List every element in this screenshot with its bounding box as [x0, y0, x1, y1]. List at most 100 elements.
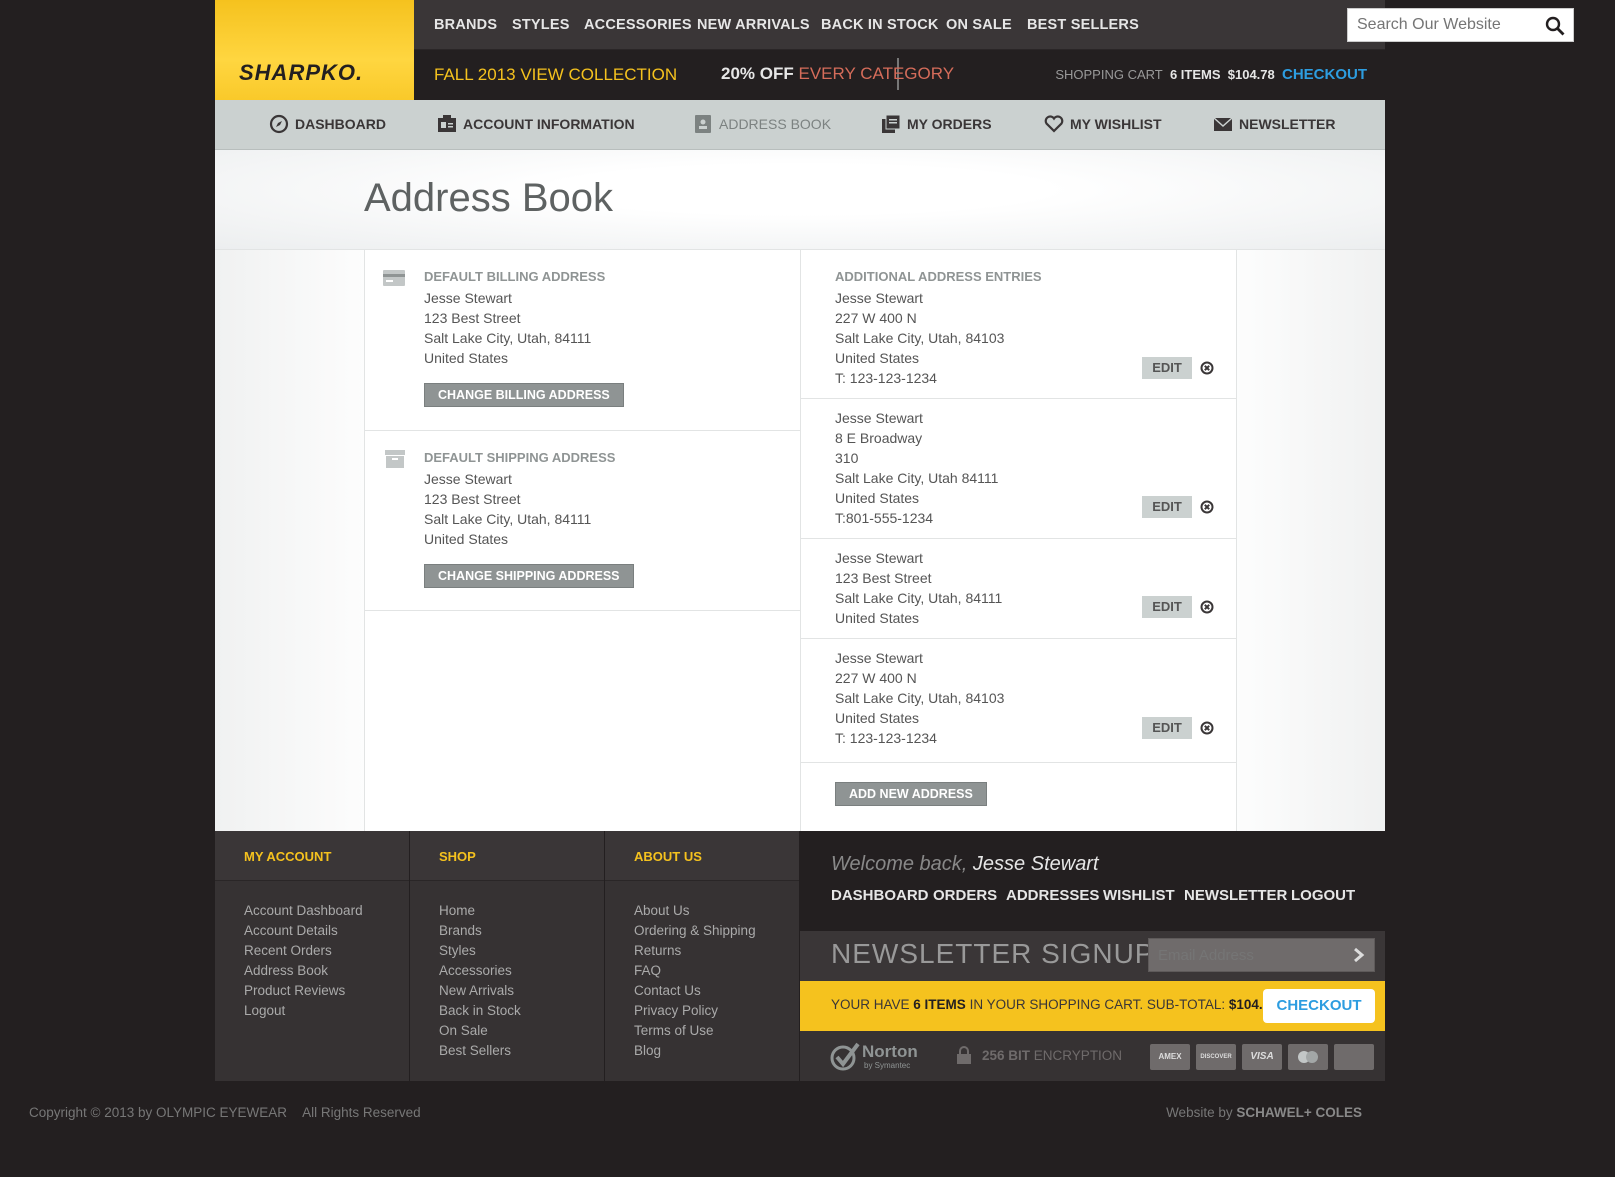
nav-accessories[interactable]: ACCESSORIES	[584, 17, 692, 33]
address-line: T:801-555-1234	[835, 510, 934, 526]
address-line: Jesse Stewart	[835, 290, 923, 306]
edit-button[interactable]: EDIT	[1142, 596, 1192, 618]
tab-my-orders[interactable]: MY ORDERS	[881, 114, 992, 134]
footer-link[interactable]: Returns	[634, 941, 799, 961]
logo-text: SHARPKO.	[239, 60, 364, 85]
website-by: Website by SCHAWEL+ COLES	[1166, 1105, 1362, 1120]
agency-link[interactable]: SCHAWEL+ COLES	[1236, 1105, 1362, 1120]
remove-icon[interactable]	[1200, 500, 1214, 514]
quick-link-orders[interactable]: ORDERS	[933, 887, 997, 904]
address-line: 8 E Broadway	[835, 430, 923, 446]
search-input[interactable]	[1348, 9, 1528, 41]
address-line: Jesse Stewart	[835, 550, 923, 566]
quick-link-dashboard[interactable]: DASHBOARD	[831, 887, 929, 904]
footer-link[interactable]: Contact Us	[634, 981, 799, 1001]
footer-link[interactable]: Home	[439, 901, 604, 921]
mastercard-icon: MC	[1288, 1044, 1328, 1070]
remove-icon[interactable]	[1200, 721, 1214, 735]
main-content: DEFAULT BILLING ADDRESS Jesse Stewart 12…	[215, 250, 1385, 831]
top-nav: BRANDS STYLES ACCESSORIES NEW ARRIVALS B…	[414, 0, 1574, 50]
address-entry-content: Jesse Stewart 123 Best Street Salt Lake …	[835, 548, 1002, 628]
quick-link-logout[interactable]: LOGOUT	[1291, 887, 1355, 904]
nav-back-in-stock[interactable]: BACK IN STOCK	[821, 17, 939, 33]
email-field[interactable]	[1149, 939, 1339, 971]
cart-total: $104.78	[1227, 67, 1275, 82]
promo-fall[interactable]: FALL 2013 VIEW COLLECTION	[434, 65, 677, 85]
address-line: Salt Lake City, Utah 84111	[835, 470, 999, 486]
amex-icon: AMEX	[1150, 1044, 1190, 1070]
footer-link[interactable]: Blog	[634, 1041, 799, 1061]
shipping-block: DEFAULT SHIPPING ADDRESS Jesse Stewart 1…	[365, 431, 801, 611]
edit-button[interactable]: EDIT	[1142, 496, 1192, 518]
footer-link[interactable]: About Us	[634, 901, 799, 921]
footer-link[interactable]: FAQ	[634, 961, 799, 981]
footer-link[interactable]: On Sale	[439, 1021, 604, 1041]
address-line: T: 123-123-1234	[835, 730, 937, 746]
footer-link[interactable]: Account Dashboard	[244, 901, 409, 921]
checkmark-badge-icon	[830, 1042, 860, 1071]
nav-styles[interactable]: STYLES	[512, 17, 570, 33]
welcome-text: Welcome back,	[831, 853, 968, 875]
footer-link[interactable]: Account Details	[244, 921, 409, 941]
tab-dashboard[interactable]: DASHBOARD	[269, 114, 386, 134]
footer-shop-title: SHOP	[410, 831, 604, 881]
logo[interactable]: SHARPKO.	[215, 0, 414, 100]
additional-label: ADDITIONAL ADDRESS ENTRIES	[835, 269, 1042, 284]
shipping-line: Jesse Stewart	[424, 471, 512, 487]
compass-icon	[269, 114, 289, 134]
tab-address-book[interactable]: ADDRESS BOOK	[693, 114, 831, 134]
footer-link[interactable]: Back in Stock	[439, 1001, 604, 1021]
footer-link[interactable]: Brands	[439, 921, 604, 941]
footer-link[interactable]: Recent Orders	[244, 941, 409, 961]
footer-link[interactable]: Product Reviews	[244, 981, 409, 1001]
footer-about-title: ABOUT US	[605, 831, 799, 881]
shipping-line: Salt Lake City, Utah, 84111	[424, 511, 592, 527]
footer-link[interactable]: Accessories	[439, 961, 604, 981]
address-book-icon	[695, 115, 711, 133]
nav-best-sellers[interactable]: BEST SELLERS	[1027, 17, 1139, 33]
add-address-wrap: ADD NEW ADDRESS	[835, 782, 987, 806]
billing-content: DEFAULT BILLING ADDRESS Jesse Stewart 12…	[424, 269, 624, 407]
change-billing-button[interactable]: CHANGE BILLING ADDRESS	[424, 383, 624, 407]
footer-link[interactable]: New Arrivals	[439, 981, 604, 1001]
quick-link-wishlist[interactable]: WISHLIST	[1103, 887, 1175, 904]
cart-bar-items: 6 ITEMS	[913, 997, 966, 1012]
norton-logo: Norton	[862, 1042, 918, 1061]
edit-button[interactable]: EDIT	[1142, 717, 1192, 739]
quick-link-addresses[interactable]: ADDRESSES	[1006, 887, 1099, 904]
footer-shop: SHOP Home Brands Styles Accessories New …	[410, 831, 605, 1081]
tab-my-wishlist[interactable]: MY WISHLIST	[1044, 114, 1162, 134]
footer-link[interactable]: Styles	[439, 941, 604, 961]
quick-link-newsletter[interactable]: NEWSLETTER	[1184, 887, 1287, 904]
tab-newsletter[interactable]: NEWSLETTER	[1213, 114, 1335, 134]
address-line: Salt Lake City, Utah, 84103	[835, 690, 1005, 706]
change-shipping-button[interactable]: CHANGE SHIPPING ADDRESS	[424, 564, 634, 588]
copyright-text: Copyright © 2013 by OLYMPIC EYEWEAR	[29, 1105, 288, 1120]
nav-on-sale[interactable]: ON SALE	[946, 17, 1012, 33]
footer-link[interactable]: Ordering & Shipping	[634, 921, 799, 941]
chevron-right-icon[interactable]	[1352, 947, 1366, 963]
promo-off[interactable]: 20% OFF EVERY CATEGORY	[721, 64, 954, 84]
checkout-link[interactable]: CHECKOUT	[1282, 66, 1367, 83]
every-category-link[interactable]: EVERY CATEGORY	[798, 64, 954, 83]
promo-off-label: 20% OFF	[721, 64, 794, 83]
search-icon[interactable]	[1545, 16, 1565, 36]
remove-icon[interactable]	[1200, 600, 1214, 614]
address-line: 227 W 400 N	[835, 310, 917, 326]
edit-button[interactable]: EDIT	[1142, 357, 1192, 379]
remove-icon[interactable]	[1200, 361, 1214, 375]
copyright: Copyright © 2013 by OLYMPIC EYEWEAR All …	[29, 1105, 421, 1120]
footer-link[interactable]: Logout	[244, 1001, 409, 1021]
footer-checkout-button[interactable]: CHECKOUT	[1263, 989, 1375, 1023]
add-new-address-button[interactable]: ADD NEW ADDRESS	[835, 782, 987, 806]
footer-link[interactable]: Best Sellers	[439, 1041, 604, 1061]
nav-new-arrivals[interactable]: NEW ARRIVALS	[697, 17, 810, 33]
nav-brands[interactable]: BRANDS	[434, 17, 497, 33]
footer-link[interactable]: Address Book	[244, 961, 409, 981]
view-collection-link[interactable]: VIEW COLLECTION	[520, 65, 677, 84]
tab-account-information-label: ACCOUNT INFORMATION	[463, 116, 635, 132]
footer-link[interactable]: Privacy Policy	[634, 1001, 799, 1021]
address-line: United States	[835, 490, 920, 506]
tab-account-information[interactable]: ACCOUNT INFORMATION	[437, 114, 635, 134]
footer-link[interactable]: Terms of Use	[634, 1021, 799, 1041]
